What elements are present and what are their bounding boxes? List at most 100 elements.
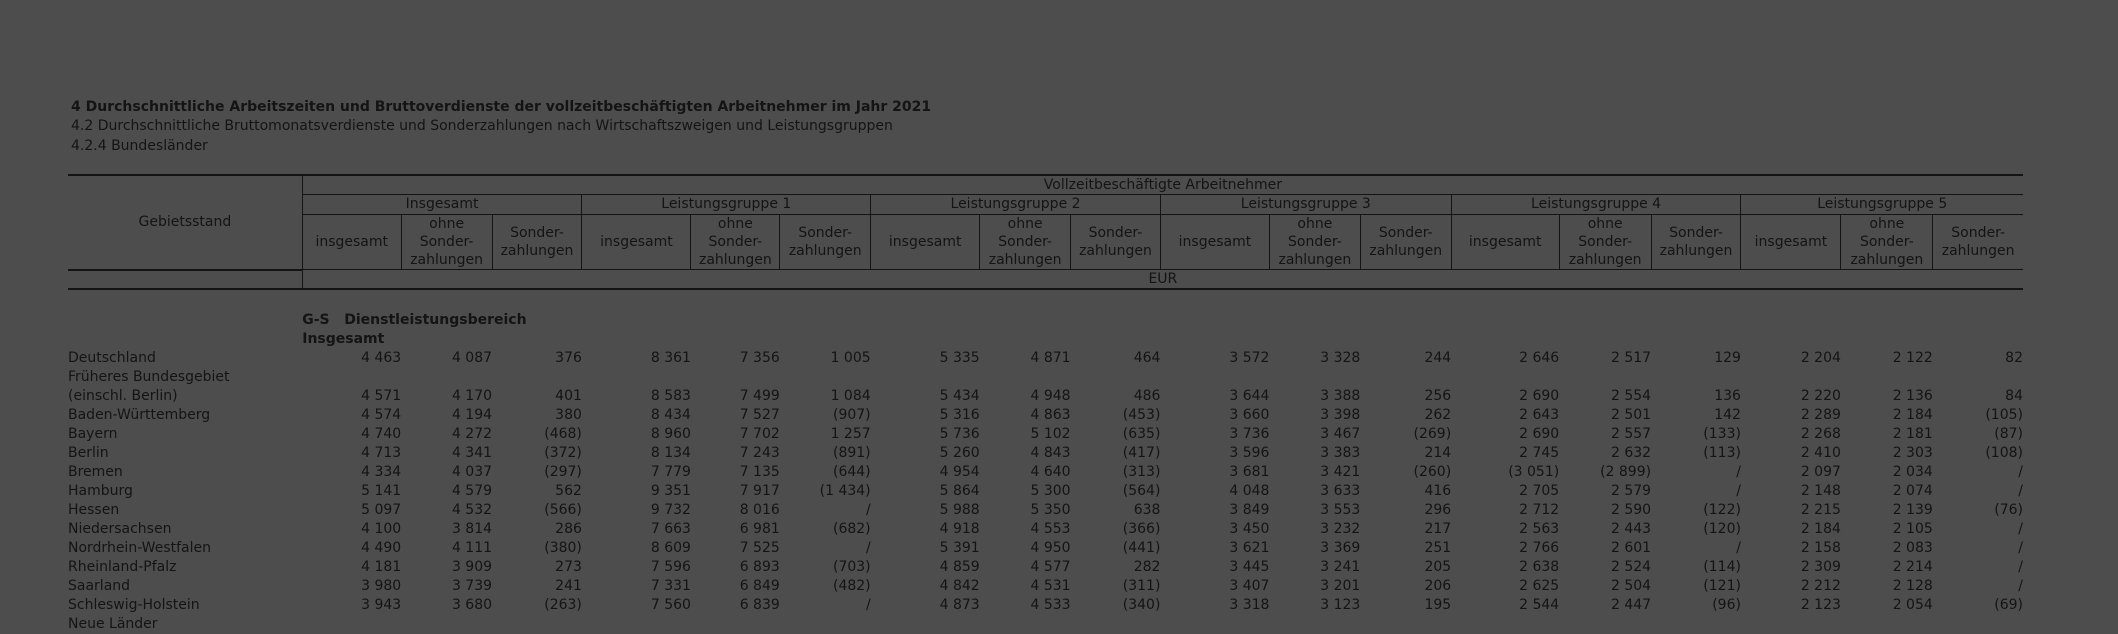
table-cell [1651,368,1741,387]
table-cell: 2 204 [1800,350,1841,366]
row-label: Schleswig-Holstein [68,597,200,613]
table-cell: 2 148 [1800,483,1841,499]
row-label: Neue Länder [68,616,158,632]
table-cell [302,368,401,387]
row-label: Bremen [68,464,123,480]
table-cell: 4 842 [939,578,980,594]
sub-header: ohne Sonder-zahlungen [1558,214,1652,270]
table-cell: 251 [1424,540,1452,556]
table-cell: 5 141 [361,483,402,499]
table-cell: 3 736 [1229,426,1270,442]
table-cell: (263) [544,597,582,613]
table-cell: 4 863 [1030,407,1071,423]
group-header: Insgesamt [301,194,582,215]
table-cell: 4 574 [361,407,402,423]
table-cell: 2 184 [1800,521,1841,537]
table-cell [691,615,780,634]
sub-header: Sonder-zahlungen [1932,214,2023,270]
table-cell [492,368,582,387]
table-cell: 2 524 [1611,559,1652,575]
table-cell [1933,615,2023,634]
table-cell: 2 690 [1519,388,1560,404]
table-cell: (372) [544,445,582,461]
table-cell: 5 434 [939,388,980,404]
table-cell: 2 625 [1519,578,1560,594]
table-cell: 562 [555,483,582,499]
table-cell: 286 [555,521,582,537]
sub-header: ohne Sonder-zahlungen [979,214,1071,270]
table-cell: 2 544 [1519,597,1560,613]
table-row: Bayern 4 740 4 272 (468) 8 960 7 702 1 257 5 73… [68,425,2023,444]
table-cell: / [2018,464,2023,480]
table-cell [1451,368,1559,387]
table-cell: (105) [1985,407,2023,423]
table-row: Neue Länder [68,615,2023,634]
table-cell: 4 341 [451,445,493,461]
table-cell: 195 [1424,597,1452,613]
table-cell: 256 [1424,388,1452,404]
table-cell: 3 739 [451,578,493,594]
table-cell: (113) [1703,445,1741,461]
row-label: Früheres Bundesgebiet [68,369,230,385]
section-header: G-S Dienstleistungsbereich [302,311,2023,330]
table-cell: 3 660 [1229,407,1270,423]
section-code: G-S [302,312,330,328]
table-cell: 2 632 [1611,445,1652,461]
table-cell: / [2018,559,2023,575]
table-cell: 2 123 [1800,597,1841,613]
table-cell: 273 [555,559,582,575]
table-cell: 2 128 [1892,578,1933,594]
table-cell [1451,615,1559,634]
table-cell: 4 048 [1229,483,1270,499]
table-cell [1841,368,1933,387]
table-cell: 2 766 [1519,540,1560,556]
table-cell [1071,615,1161,634]
table-cell: 3 849 [1229,502,1270,518]
sub-header: ohne Sonder-zahlungen [1268,214,1361,270]
table-cell: (635) [1122,426,1161,442]
table-cell: 2 303 [1892,445,1933,461]
table-cell: 3 572 [1229,350,1270,366]
table-cell: (891) [833,445,871,461]
stub-header: Gebietsstand [68,174,303,271]
table-cell: 2 447 [1611,597,1652,613]
table-cell: 2 184 [1892,407,1933,423]
table-cell: 3 383 [1320,445,1361,461]
table-row: Hessen 5 097 4 532 (566) 9 732 8 016 / 5 988 5 3… [68,501,2023,520]
table-cell: 416 [1424,483,1452,499]
table-row: Rheinland-Pfalz 4 181 3 909 273 7 596 6 893 (7… [68,558,2023,577]
table-cell: 2 501 [1611,407,1652,423]
table-cell: 4 859 [939,559,980,575]
table-cell [1841,615,1933,634]
table-cell: 5 864 [939,483,980,499]
table-cell: 241 [555,578,582,594]
table-cell: 3 596 [1229,445,1270,461]
table-cell: 2 136 [1892,388,1933,404]
stub-unit-spacer [68,269,303,290]
sub-header: insgesamt [1450,214,1560,270]
table-cell: 8 434 [650,407,691,423]
table-cell: (417) [1122,445,1161,461]
table-cell: (366) [1122,521,1161,537]
table-cell [302,615,401,634]
table-cell: 136 [1714,388,1741,404]
table-cell: 3 681 [1229,464,1270,480]
table-cell: 8 016 [739,502,780,518]
table-row: Nordrhein-Westfalen 4 490 4 111 (380) 8 609 7… [68,539,2023,558]
table-cell [1559,368,1651,387]
table-cell: 2 601 [1611,540,1652,556]
table-cell: 2 268 [1800,426,1841,442]
row-label: Berlin [68,445,109,461]
row-label: Baden-Württemberg [68,407,211,423]
table-cell [1651,615,1741,634]
table-cell: 464 [1133,350,1161,366]
group-header: Leistungsgruppe 1 [581,194,871,215]
table-cell: 2 443 [1611,521,1652,537]
table-cell: 2 712 [1519,502,1560,518]
table-cell: 4 954 [939,464,980,480]
document-subtitle: 4.2 Durchschnittliche Bruttomonatsverdie… [71,118,893,134]
table-cell [401,368,492,387]
table-cell: 7 663 [650,521,691,537]
table-cell [1160,368,1269,387]
table-body: G-S Dienstleistungsbereich Insgesamt Deu… [68,289,2023,634]
